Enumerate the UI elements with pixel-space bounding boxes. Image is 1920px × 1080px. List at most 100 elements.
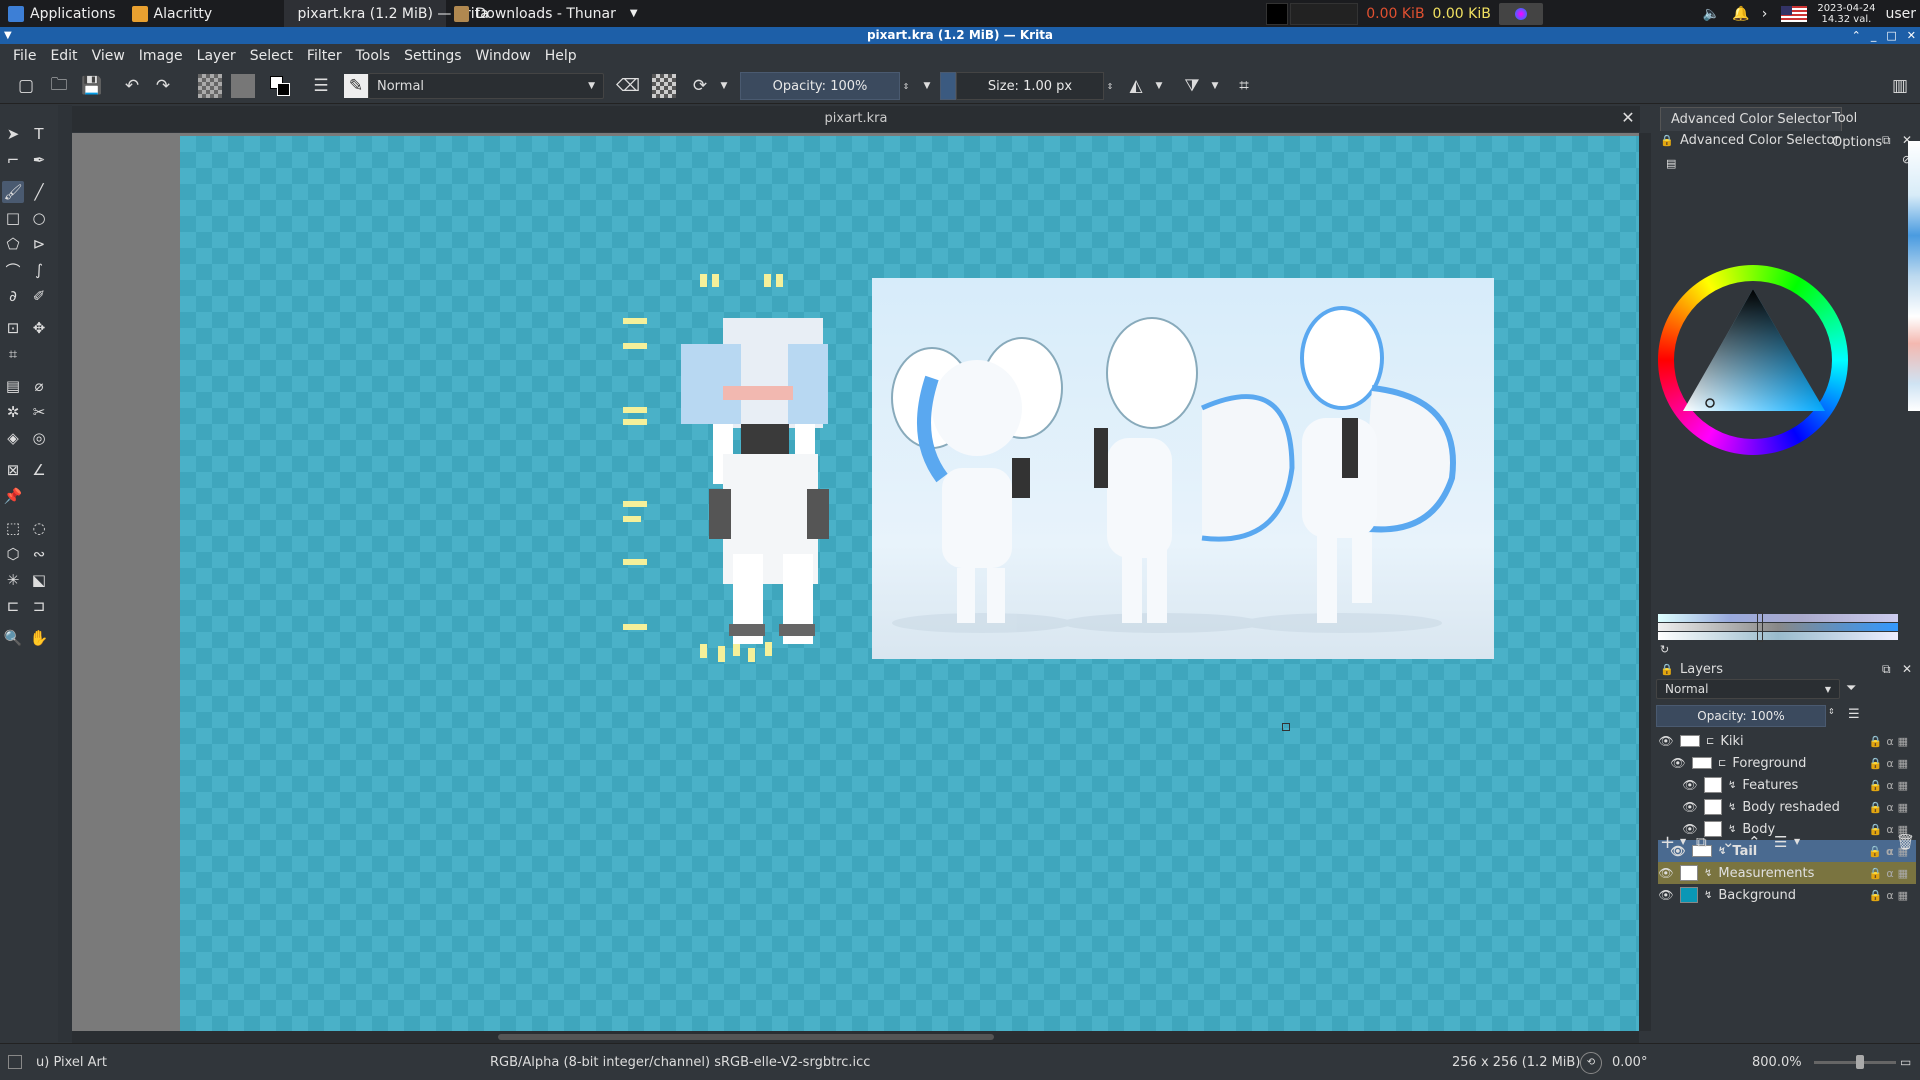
minimize-icon[interactable]: _	[1871, 27, 1877, 44]
chevron-down-icon[interactable]: ▼	[1680, 837, 1686, 846]
color-history[interactable]	[1908, 141, 1920, 411]
select-similar-icon[interactable]: ⬕	[28, 569, 50, 591]
colorize-mask-icon[interactable]: ✲	[2, 401, 24, 423]
calligraphy-icon[interactable]: ✒	[28, 149, 50, 171]
visibility-eye-icon[interactable]: 👁	[1658, 734, 1674, 748]
zoom-value[interactable]: 800.0%	[1752, 1055, 1802, 1070]
tab-advanced-color-selector[interactable]: Advanced Color Selector	[1660, 107, 1842, 131]
text-icon[interactable]: T	[28, 123, 50, 145]
visibility-eye-icon[interactable]: 👁	[1658, 866, 1674, 880]
brush-icon[interactable]: 🖌	[2, 181, 24, 203]
canvas[interactable]	[180, 136, 1639, 1031]
polygon-icon[interactable]: ⬠	[2, 233, 24, 255]
layer-props-icons[interactable]: 🔒α▦	[1869, 801, 1912, 814]
fill-icon[interactable]: ◈	[2, 427, 24, 449]
lock-icon[interactable]: 🔒	[1660, 134, 1674, 147]
layer-row[interactable]: 👁 ↯ Measurements 🔒α▦	[1658, 862, 1916, 884]
opacity-slider[interactable]: Opacity: 100%	[740, 72, 900, 100]
undo-icon[interactable]: ↶	[120, 74, 144, 98]
close-document-icon[interactable]: ✕	[1618, 108, 1638, 128]
pointer-icon[interactable]: ➤	[2, 123, 24, 145]
pattern-preset-icon[interactable]	[231, 74, 255, 98]
visibility-eye-icon[interactable]: 👁	[1682, 778, 1698, 792]
menu-image[interactable]: Image	[132, 48, 190, 64]
window-menu-icon[interactable]: ▼	[4, 27, 12, 44]
zoom-icon[interactable]: 🔍	[2, 627, 24, 649]
shade-slider-1[interactable]	[1658, 614, 1898, 622]
brush-preset-icon[interactable]: ✎	[344, 74, 368, 98]
color-picker-icon[interactable]: ⌀	[28, 375, 50, 397]
task-thunar[interactable]: Downloads - Thunar ▼	[446, 0, 646, 27]
save-icon[interactable]: 💾	[80, 74, 104, 98]
applications-menu[interactable]: Applications	[0, 0, 124, 27]
ellipse-icon[interactable]: ○	[28, 207, 50, 229]
layer-props-icons[interactable]: 🔒α▦	[1869, 867, 1912, 880]
horizontal-scrollbar[interactable]	[72, 1031, 1639, 1043]
layer-properties-icon[interactable]: ☰	[1774, 833, 1787, 851]
us-flag-icon[interactable]	[1781, 5, 1808, 22]
color-settings-icon[interactable]: ▤	[1666, 157, 1676, 170]
enclose-fill-icon[interactable]: ◎	[28, 427, 50, 449]
chevron-down-icon[interactable]: ▼	[717, 74, 731, 98]
layer-props-icons[interactable]: 🔒α▦	[1869, 779, 1912, 792]
multibrush-icon[interactable]: ✐	[28, 285, 50, 307]
transform-icon[interactable]: ⊡	[2, 317, 24, 339]
float-docker-icon[interactable]: ⧉	[1882, 133, 1891, 148]
bezier-icon[interactable]: ⌒	[2, 259, 24, 281]
layer-row[interactable]: 👁 ⊏ Kiki 🔒α▦	[1658, 730, 1916, 752]
task-krita[interactable]: pixart.kra (1.2 MiB) — Krita	[283, 0, 489, 27]
shade-slider-3[interactable]	[1658, 632, 1898, 640]
chevron-down-icon[interactable]: ▼	[1794, 837, 1800, 846]
zoom-slider[interactable]	[1814, 1061, 1896, 1064]
chevron-down-icon[interactable]: ▼	[1208, 74, 1222, 98]
menu-file[interactable]: File	[6, 48, 43, 64]
menu-layer[interactable]: Layer	[190, 48, 243, 64]
delete-layer-icon[interactable]: 🗑	[1896, 833, 1915, 851]
select-magnetic-icon[interactable]: ⊐	[28, 595, 50, 617]
measure-icon[interactable]: ∠	[28, 459, 50, 481]
fg-bg-color-icon[interactable]	[268, 74, 292, 98]
rect-icon[interactable]: □	[2, 207, 24, 229]
assistant-icon[interactable]: ⊠	[2, 459, 24, 481]
reload-preset-icon[interactable]: ⟳	[688, 74, 712, 98]
layer-row[interactable]: 👁 ↯ Features 🔒α▦	[1658, 774, 1916, 796]
float-docker-icon[interactable]: ⧉	[1882, 662, 1891, 677]
pan-icon[interactable]: ✋	[28, 627, 50, 649]
menu-help[interactable]: Help	[538, 48, 584, 64]
menu-settings[interactable]: Settings	[397, 48, 468, 64]
menu-select[interactable]: Select	[243, 48, 300, 64]
rotation-icon[interactable]: ⟲	[1580, 1052, 1602, 1074]
chevron-down-icon[interactable]: ▼	[920, 74, 934, 98]
magic-wand-icon[interactable]: ✳	[2, 569, 24, 591]
move-icon[interactable]: ✥	[28, 317, 50, 339]
layer-row[interactable]: 👁 ⊏ Foreground 🔒α▦	[1658, 752, 1916, 774]
krita-tray-icon[interactable]	[1498, 2, 1543, 25]
crop-icon[interactable]: ⌗	[2, 343, 24, 365]
layer-blend-select[interactable]: Normal ▼	[1656, 679, 1840, 699]
opacity-stepper[interactable]: ⇕	[1828, 707, 1835, 716]
toolbox-splitter[interactable]	[58, 105, 72, 1042]
zoom-slider-handle[interactable]	[1856, 1055, 1864, 1069]
saturation-value-triangle[interactable]	[1680, 283, 1830, 423]
gradient-preset-icon[interactable]	[198, 74, 222, 98]
select-bezier-icon[interactable]: ⊏	[2, 595, 24, 617]
layer-props-icons[interactable]: 🔒α▦	[1869, 757, 1912, 770]
mirror-horizontal-icon[interactable]: ◭	[1124, 74, 1148, 98]
size-stepper[interactable]: ⇕	[1104, 74, 1116, 98]
layer-row[interactable]: 👁 ↯ Background 🔒α▦	[1658, 884, 1916, 906]
layer-row[interactable]: 👁 ↯ Body reshaded 🔒α▦	[1658, 796, 1916, 818]
notification-icon[interactable]: 🔔	[1726, 0, 1755, 27]
menu-edit[interactable]: Edit	[43, 48, 84, 64]
tab-tool-options[interactable]: Tool Options	[1822, 107, 1920, 150]
layer-props-icons[interactable]: 🔒α▦	[1869, 735, 1912, 748]
open-document-icon[interactable]: 🗀	[47, 74, 71, 98]
size-slider[interactable]: Size: 1.00 px	[956, 72, 1104, 100]
maximize-icon[interactable]: □	[1886, 27, 1896, 44]
visibility-eye-icon[interactable]: 👁	[1682, 800, 1698, 814]
lock-icon[interactable]: 🔒	[1660, 663, 1674, 676]
select-free-icon[interactable]: ∾	[28, 543, 50, 565]
polyline-icon[interactable]: ⊳	[28, 233, 50, 255]
chevron-down-icon[interactable]: ▼	[630, 8, 638, 19]
blend-mode-select[interactable]: Normal ▼	[368, 73, 604, 99]
layer-props-icons[interactable]: 🔒α▦	[1869, 889, 1912, 902]
